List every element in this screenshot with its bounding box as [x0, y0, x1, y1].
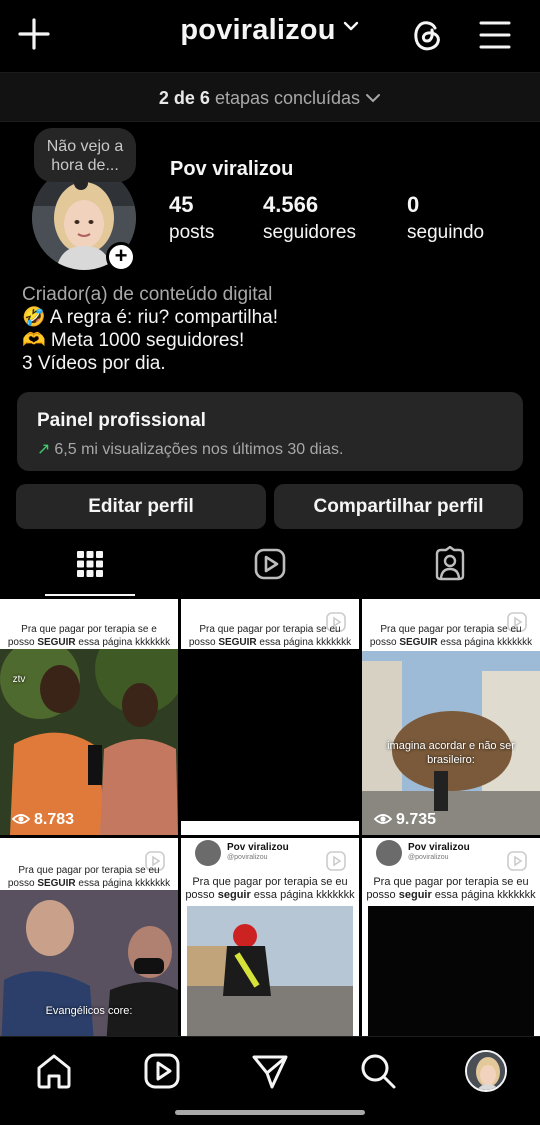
post-caption: Pra que pagar por terapia se e posso SEGU… [7, 624, 171, 648]
profile-tabs [0, 538, 540, 596]
posts-grid: Pra que pagar por terapia se e posso SEGU… [0, 599, 540, 1036]
trend-up-icon: ↗ [37, 441, 51, 458]
following-label: seguindo [407, 222, 485, 243]
reels-icon [507, 851, 527, 871]
share-profile-button[interactable]: Compartilhar perfil [274, 484, 523, 529]
steps-count: 2 de 6 [158, 88, 210, 108]
post-caption: Pra que pagar por terapia se eu posso SEG… [369, 624, 533, 648]
avatar-photo [467, 1052, 505, 1090]
post-caption: Pra que pagar por terapia se eu posso seg… [185, 876, 355, 901]
post-tile[interactable]: Pov viralizou @poviralizou Pra que pagar… [362, 838, 540, 1036]
post-tile[interactable]: Pra que pagar por terapia se eu posso SEG… [181, 599, 359, 835]
views-count: 9.735 [374, 811, 436, 829]
post-tile[interactable]: Pov viralizou @poviralizou Pra que pagar… [181, 838, 359, 1036]
bio-category: Criador(a) de conteúdo digital [22, 284, 273, 305]
bio-line: 3 Vídeos por dia. [22, 353, 166, 374]
post-caption: Pra que pagar por terapia se eu posso seg… [366, 876, 536, 901]
steps-label: etapas concluídas [214, 88, 361, 108]
media-overlay-text: imagina acordar e não ser brasileiro: [387, 740, 515, 766]
bio-line: 🫶 Meta 1000 seguidores! [22, 330, 245, 351]
following-count[interactable]: 0 seguindo [407, 192, 484, 244]
post-caption: Pra que pagar por terapia se eu posso SEG… [188, 624, 352, 648]
views-count: 6.116 [193, 825, 254, 835]
profile-avatar[interactable] [465, 1050, 507, 1092]
followers-count[interactable]: 4.566 seguidores [263, 192, 356, 244]
post-caption: Pra que pagar por terapia se eu posso SEG… [7, 865, 171, 889]
followers-value: 4.566 [263, 192, 319, 217]
author-avatar [376, 840, 402, 866]
followers-label: seguidores [263, 222, 356, 243]
dashboard-title: Painel profissional [37, 410, 206, 431]
tagged-icon [435, 546, 465, 581]
chevron-down-icon [343, 21, 358, 31]
profile-name: Pov viralizou [170, 158, 294, 180]
post-tile[interactable]: Pra que pagar por terapia se eu posso SEG… [362, 599, 540, 835]
views-count: 8.783 [12, 811, 74, 829]
post-media: Evangélicos core: [0, 890, 178, 1036]
reels-icon [326, 851, 346, 871]
dashboard-subtitle: ↗ 6,5 mi visualizações nos últimos 30 dia… [37, 439, 503, 459]
eye-icon [12, 814, 30, 824]
top-bar: poviralizou [0, 0, 540, 72]
chevron-down-icon [366, 94, 381, 103]
author-handle: @poviralizou [408, 854, 449, 861]
following-value: 0 [407, 192, 420, 217]
author-handle: @poviralizou [227, 854, 268, 861]
tab-tagged[interactable] [360, 538, 540, 596]
send-icon[interactable] [250, 1051, 290, 1091]
bio-line: 🤣 A regra é: riu? compartilha! [22, 307, 278, 328]
tab-grid[interactable] [0, 538, 180, 596]
post-media: ztv [0, 649, 178, 835]
professional-dashboard[interactable]: Painel profissional ↗ 6,5 mi visualizaçõe… [17, 392, 523, 471]
author-name: Pov viralizou [227, 842, 289, 853]
post-media [181, 649, 359, 821]
account-switcher[interactable]: poviralizou [0, 14, 540, 47]
posts-label: posts [169, 222, 215, 243]
menu-icon[interactable] [478, 18, 512, 52]
threads-icon[interactable] [408, 16, 446, 54]
search-icon[interactable] [358, 1051, 398, 1091]
username: poviralizou [180, 14, 336, 46]
post-tile[interactable]: Pra que pagar por terapia se eu posso SEG… [0, 838, 178, 1036]
reels-icon[interactable] [142, 1051, 182, 1091]
profile-note[interactable]: Não vejo a hora de... [34, 128, 136, 190]
author-name: Pov viralizou [408, 842, 470, 853]
edit-profile-button[interactable]: Editar perfil [16, 484, 266, 529]
tab-reels[interactable] [180, 538, 360, 596]
post-tile[interactable]: Pra que pagar por terapia se e posso SEGU… [0, 599, 178, 835]
media-overlay-text: Evangélicos core: [45, 1005, 133, 1017]
post-media: imagina acordar e não ser brasileiro: [362, 651, 540, 835]
dashboard-views: 6,5 mi visualizações nos últimos 30 dias… [54, 441, 344, 458]
posts-value: 45 [169, 192, 194, 217]
reels-icon [254, 548, 286, 580]
grid-icon [77, 551, 103, 577]
post-media [187, 906, 353, 1036]
home-icon[interactable] [34, 1051, 74, 1091]
eye-icon [193, 828, 211, 835]
eye-icon [374, 814, 392, 824]
onboarding-steps[interactable]: 2 de 6 etapas concluídas [0, 72, 540, 122]
post-media [368, 906, 534, 1036]
add-story-icon[interactable]: + [106, 242, 136, 272]
posts-count[interactable]: 45 posts [169, 192, 214, 244]
author-avatar [195, 840, 221, 866]
profile-bio: Criador(a) de conteúdo digital 🤣 A regra… [22, 283, 522, 375]
media-watermark: ztv [12, 674, 26, 685]
home-indicator [175, 1110, 365, 1115]
